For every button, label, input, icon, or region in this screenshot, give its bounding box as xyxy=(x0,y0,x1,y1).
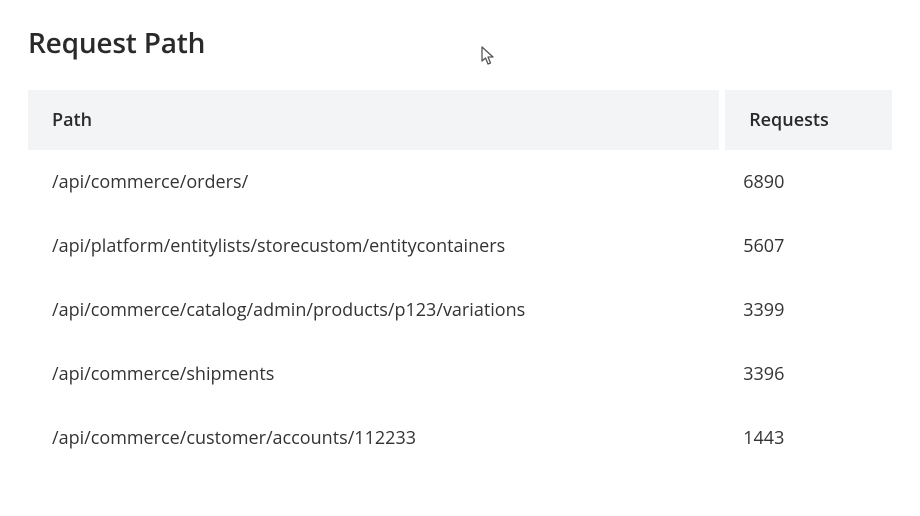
cell-requests: 6890 xyxy=(719,150,892,214)
page-title: Request Path xyxy=(28,24,892,62)
table-row: /api/commerce/shipments 3396 xyxy=(28,342,892,406)
cell-requests: 3399 xyxy=(719,278,892,342)
cell-path: /api/commerce/customer/accounts/112233 xyxy=(28,406,719,470)
column-header-requests: Requests xyxy=(719,90,892,150)
cell-requests: 5607 xyxy=(719,214,892,278)
table-row: /api/commerce/customer/accounts/112233 1… xyxy=(28,406,892,470)
cell-requests: 1443 xyxy=(719,406,892,470)
column-header-path: Path xyxy=(28,90,719,150)
table-row: /api/platform/entitylists/storecustom/en… xyxy=(28,214,892,278)
cell-path: /api/platform/entitylists/storecustom/en… xyxy=(28,214,719,278)
cell-path: /api/commerce/shipments xyxy=(28,342,719,406)
cell-requests: 3396 xyxy=(719,342,892,406)
cell-path: /api/commerce/catalog/admin/products/p12… xyxy=(28,278,719,342)
table-header-row: Path Requests xyxy=(28,90,892,150)
request-path-table: Path Requests /api/commerce/orders/ 6890… xyxy=(28,90,892,470)
cell-path: /api/commerce/orders/ xyxy=(28,150,719,214)
table-row: /api/commerce/orders/ 6890 xyxy=(28,150,892,214)
table-row: /api/commerce/catalog/admin/products/p12… xyxy=(28,278,892,342)
